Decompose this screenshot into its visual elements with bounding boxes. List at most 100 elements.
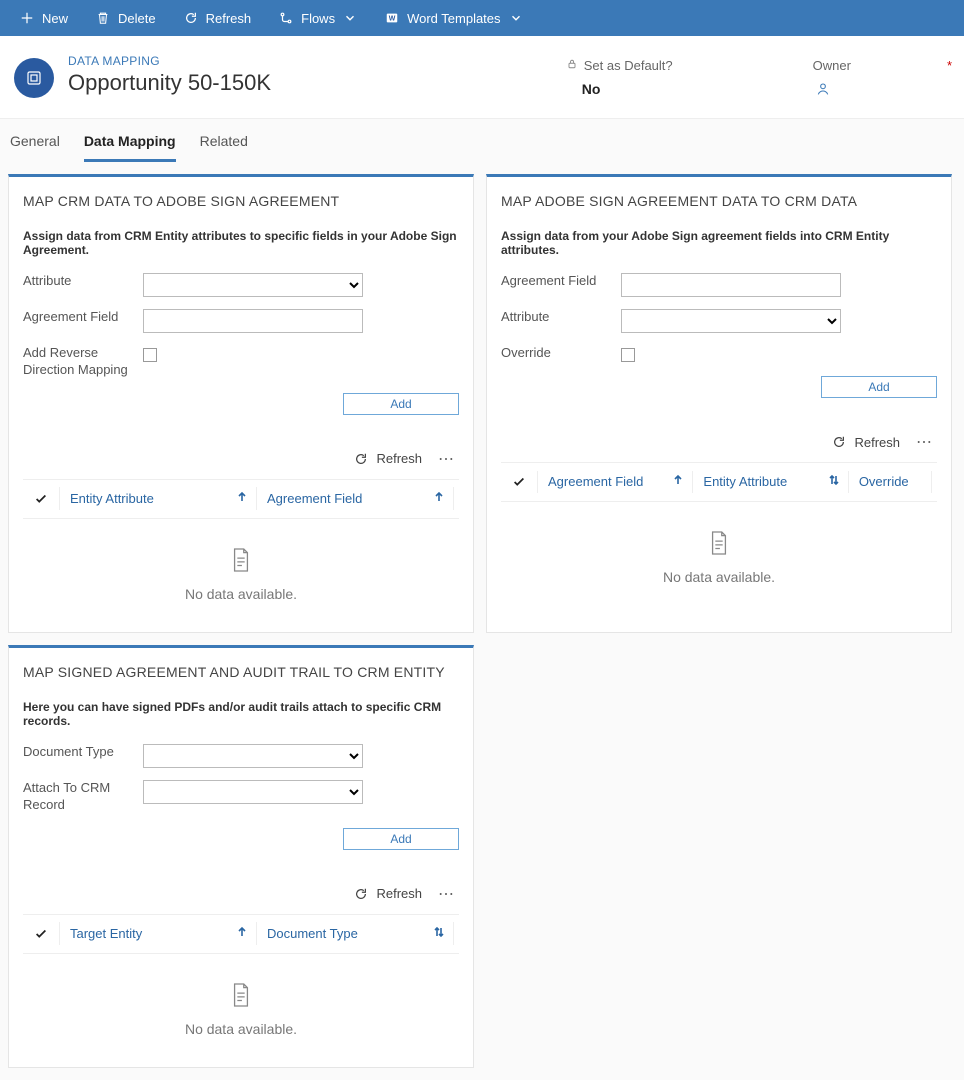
agreement-field-input[interactable]	[143, 309, 363, 333]
check-icon	[512, 475, 526, 489]
command-bar: New Delete Refresh Flows W Word Template…	[0, 0, 964, 36]
sort-asc-icon	[433, 491, 453, 506]
card-crm-to-sign: MAP CRM DATA TO ADOBE SIGN AGREEMENT Ass…	[8, 174, 474, 633]
col-document-type[interactable]: Document Type	[256, 922, 453, 945]
grid-more-button[interactable]: ⋯	[434, 449, 459, 469]
add-button[interactable]: Add	[343, 393, 459, 415]
set-as-default-value[interactable]: No	[566, 73, 673, 97]
plus-icon	[20, 11, 34, 25]
col-agreement-field[interactable]: Agreement Field	[256, 487, 453, 510]
no-data: No data available.	[23, 519, 459, 612]
delete-label: Delete	[118, 11, 156, 26]
grid-columns: Entity Attribute Agreement Field	[23, 479, 459, 519]
override-label: Override	[501, 345, 611, 362]
col-entity-attribute[interactable]: Entity Attribute	[692, 471, 847, 494]
document-icon	[23, 982, 459, 1011]
flow-icon	[279, 11, 293, 25]
chevron-down-icon	[509, 11, 523, 25]
delete-button[interactable]: Delete	[84, 0, 168, 36]
card-title: MAP SIGNED AGREEMENT AND AUDIT TRAIL TO …	[23, 664, 459, 680]
no-data: No data available.	[501, 502, 937, 595]
required-marker: *	[947, 58, 952, 73]
col-agreement-field[interactable]: Agreement Field	[537, 471, 692, 494]
agreement-field-label: Agreement Field	[23, 309, 133, 326]
agreement-field-input[interactable]	[621, 273, 841, 297]
card-desc: Assign data from your Adobe Sign agreeme…	[501, 229, 937, 257]
card-title: MAP CRM DATA TO ADOBE SIGN AGREEMENT	[23, 193, 459, 209]
grid-columns: Agreement Field Entity Attribute Overrid…	[501, 462, 937, 502]
document-type-select[interactable]	[143, 744, 363, 768]
attribute-label: Attribute	[23, 273, 133, 290]
add-button[interactable]: Add	[343, 828, 459, 850]
grid-toolbar: Refresh ⋯	[23, 445, 459, 473]
card-desc: Here you can have signed PDFs and/or aud…	[23, 700, 459, 728]
select-all-checkbox[interactable]	[501, 475, 537, 489]
sort-icon	[433, 926, 453, 941]
grid-more-button[interactable]: ⋯	[912, 432, 937, 452]
word-templates-label: Word Templates	[407, 11, 500, 26]
document-icon	[501, 530, 937, 559]
new-label: New	[42, 11, 68, 26]
word-icon: W	[385, 11, 399, 25]
grid-toolbar: Refresh ⋯	[501, 428, 937, 456]
col-entity-attribute[interactable]: Entity Attribute	[59, 487, 256, 510]
grid-refresh-button[interactable]: Refresh	[354, 886, 422, 901]
tab-related[interactable]: Related	[200, 119, 248, 162]
flows-button[interactable]: Flows	[267, 0, 369, 36]
lock-icon	[566, 58, 578, 73]
document-type-label: Document Type	[23, 744, 133, 761]
col-override[interactable]: Override	[848, 471, 931, 494]
chevron-down-icon	[343, 11, 357, 25]
grid-toolbar: Refresh ⋯	[23, 880, 459, 908]
document-icon	[23, 547, 459, 576]
check-icon	[34, 927, 48, 941]
trash-icon	[96, 11, 110, 25]
word-templates-button[interactable]: W Word Templates	[373, 0, 534, 36]
no-data: No data available.	[23, 954, 459, 1047]
tab-bar: General Data Mapping Related	[0, 118, 964, 162]
refresh-icon	[354, 887, 368, 901]
new-button[interactable]: New	[8, 0, 80, 36]
grid-more-button[interactable]: ⋯	[434, 884, 459, 904]
refresh-icon	[832, 435, 846, 449]
record-name: Opportunity 50-150K	[68, 70, 271, 96]
tab-data-mapping[interactable]: Data Mapping	[84, 119, 176, 162]
flows-label: Flows	[301, 11, 335, 26]
add-button[interactable]: Add	[821, 376, 937, 398]
override-checkbox[interactable]	[621, 348, 635, 362]
attribute-select[interactable]	[621, 309, 841, 333]
sort-asc-icon	[236, 491, 256, 506]
grid-columns: Target Entity Document Type	[23, 914, 459, 954]
attach-to-select[interactable]	[143, 780, 363, 804]
grid-refresh-button[interactable]: Refresh	[354, 451, 422, 466]
select-all-checkbox[interactable]	[23, 927, 59, 941]
card-title: MAP ADOBE SIGN AGREEMENT DATA TO CRM DAT…	[501, 193, 937, 209]
refresh-button[interactable]: Refresh	[172, 0, 264, 36]
record-header: DATA MAPPING Opportunity 50-150K Set as …	[0, 36, 964, 118]
select-all-checkbox[interactable]	[23, 492, 59, 506]
add-reverse-checkbox[interactable]	[143, 348, 157, 362]
add-reverse-label: Add Reverse Direction Mapping	[23, 345, 133, 379]
col-target-entity[interactable]: Target Entity	[59, 922, 256, 945]
sort-asc-icon	[672, 474, 692, 489]
tab-general[interactable]: General	[10, 119, 60, 162]
card-grid: MAP CRM DATA TO ADOBE SIGN AGREEMENT Ass…	[0, 162, 964, 1080]
check-icon	[34, 492, 48, 506]
svg-text:W: W	[389, 16, 396, 23]
refresh-icon	[354, 452, 368, 466]
attach-to-label: Attach To CRM Record	[23, 780, 133, 814]
entity-type-label: DATA MAPPING	[68, 54, 271, 68]
refresh-icon	[184, 11, 198, 25]
sort-icon	[828, 474, 848, 489]
card-attach: MAP SIGNED AGREEMENT AND AUDIT TRAIL TO …	[8, 645, 474, 1068]
card-desc: Assign data from CRM Entity attributes t…	[23, 229, 459, 257]
person-icon	[815, 81, 831, 97]
refresh-label: Refresh	[206, 11, 252, 26]
set-as-default-label: Set as Default?	[566, 58, 673, 73]
grid-refresh-button[interactable]: Refresh	[832, 435, 900, 450]
owner-label: Owner *	[813, 58, 952, 73]
attribute-select[interactable]	[143, 273, 363, 297]
owner-field[interactable]	[813, 73, 952, 100]
agreement-field-label: Agreement Field	[501, 273, 611, 290]
attribute-label: Attribute	[501, 309, 611, 326]
